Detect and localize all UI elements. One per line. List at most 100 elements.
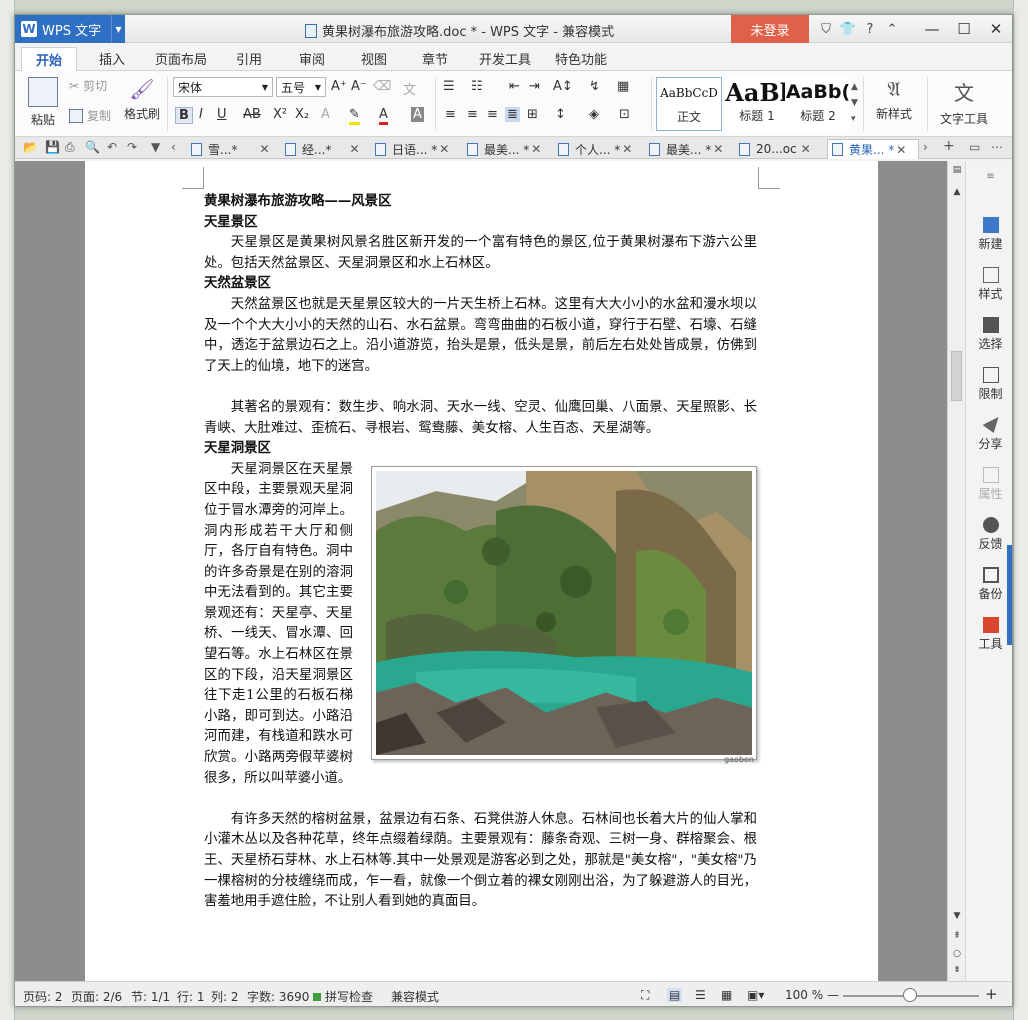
underline-button[interactable]: U <box>217 107 227 122</box>
doc-tab[interactable]: 20...oc ✕ <box>735 139 827 159</box>
maximize-icon[interactable]: ☐ <box>948 15 980 43</box>
justify-icon[interactable]: ≣ <box>505 107 520 122</box>
close-tab-icon[interactable]: ✕ <box>531 142 541 156</box>
tab-references[interactable]: 引用 <box>236 49 262 68</box>
table-icon[interactable]: ▦ <box>617 79 629 94</box>
shield-icon[interactable]: ⛉ <box>815 22 837 37</box>
doc-tab[interactable]: 最美... * ✕ <box>463 139 555 159</box>
panel-feedback-button[interactable]: 反馈 <box>966 517 1012 552</box>
document-body[interactable]: 黄果树瀑布旅游攻略——风景区 天星景区 天星景区是黄果树风景名胜区新开发的一个富… <box>204 192 757 913</box>
shirt-icon[interactable]: 👕 <box>837 22 859 37</box>
font-color-icon[interactable]: A <box>379 107 388 125</box>
increase-indent-icon[interactable]: ⇥ <box>529 79 540 94</box>
close-tab-icon[interactable]: ✕ <box>896 143 906 157</box>
document-page[interactable]: 黄果树瀑布旅游攻略——风景区 天星景区 天星景区是黄果树风景名胜区新开发的一个富… <box>85 161 878 981</box>
tab-menu-icon[interactable]: ⋯ <box>991 140 1003 154</box>
reading-view-icon[interactable]: ▣▾ <box>747 988 764 1002</box>
grow-font-icon[interactable]: A⁺ <box>331 79 347 94</box>
close-tab-icon[interactable]: ✕ <box>439 142 449 156</box>
shrink-font-icon[interactable]: A⁻ <box>351 79 367 94</box>
redo-icon[interactable]: ↷ <box>127 140 137 154</box>
distribute-icon[interactable]: ⊞ <box>527 107 538 122</box>
align-center-icon[interactable]: ≡ <box>467 107 478 122</box>
tab-home[interactable]: 开始 <box>21 47 78 71</box>
format-painter-button[interactable]: 🖌 格式刷 <box>119 77 165 122</box>
align-right-icon[interactable]: ≡ <box>487 107 498 122</box>
bullet-list-icon[interactable]: ☰ <box>443 79 455 94</box>
strikethrough-button[interactable]: AB <box>243 107 261 122</box>
line-spacing-icon[interactable]: ↕ <box>555 107 566 122</box>
doc-tab[interactable]: 经...* ✕ <box>281 139 373 159</box>
font-size-select[interactable]: 五号 ▼ <box>276 77 326 97</box>
italic-button[interactable]: I <box>199 107 203 122</box>
tabs-prev-icon[interactable]: ‹ <box>171 140 176 154</box>
close-icon[interactable]: ✕ <box>980 15 1012 43</box>
style-heading-2[interactable]: AaBb( 标题 2 <box>785 77 851 131</box>
panel-tools-button[interactable]: 工具 <box>966 617 1012 652</box>
save-icon[interactable]: 💾 <box>45 140 60 154</box>
style-heading-1[interactable]: AaBl 标题 1 <box>724 77 790 131</box>
close-tab-icon[interactable]: ✕ <box>801 142 811 156</box>
login-button[interactable]: 未登录 <box>731 15 809 43</box>
sort-icon[interactable]: ↯ <box>589 79 600 94</box>
tab-chapter[interactable]: 章节 <box>422 49 448 68</box>
shading-icon[interactable]: ◈ <box>589 107 599 122</box>
chevron-down-icon[interactable]: ▼ <box>111 15 125 43</box>
fullscreen-view-icon[interactable]: ⛶ <box>641 988 649 1003</box>
new-tab-icon[interactable]: + <box>943 138 955 154</box>
status-word-count[interactable]: 字数: 3690 <box>247 988 309 1005</box>
collapse-icon[interactable]: ⌃ <box>881 22 903 37</box>
paste-button[interactable]: 粘贴 <box>23 77 63 128</box>
panel-style-button[interactable]: 样式 <box>966 267 1012 302</box>
text-direction-icon[interactable]: A↕ <box>553 79 573 94</box>
vertical-scrollbar[interactable]: ▤ ▲ ▼ ⇞ ○ ⇟ <box>947 161 965 981</box>
panel-backup-button[interactable]: 备份 <box>966 567 1012 602</box>
scrollbar-thumb[interactable] <box>951 351 962 401</box>
select-browse-icon[interactable]: ○ <box>948 949 966 959</box>
tab-review[interactable]: 审阅 <box>299 49 325 68</box>
close-tab-icon[interactable]: ✕ <box>259 142 269 156</box>
styles-scroll-icon[interactable]: ▲ ▼ ▾ <box>851 79 858 127</box>
text-tools-button[interactable]: 文 文字工具 <box>933 77 995 127</box>
highlight-icon[interactable]: ✎ <box>349 107 360 125</box>
web-view-icon[interactable]: ▦ <box>721 988 732 1002</box>
print-icon[interactable]: ⎙ <box>65 140 75 155</box>
doc-tab[interactable]: 雪...* ✕ <box>187 139 283 159</box>
align-left-icon[interactable]: ≡ <box>445 107 456 122</box>
panel-collapse-handle[interactable] <box>1007 545 1012 645</box>
subscript-button[interactable]: X₂ <box>295 107 309 122</box>
zoom-in-icon[interactable]: + <box>985 985 998 1003</box>
print-preview-icon[interactable]: 🔍 <box>85 140 100 154</box>
close-tab-icon[interactable]: ✕ <box>622 142 632 156</box>
doc-tab[interactable]: 日语... * ✕ <box>371 139 463 159</box>
close-tab-icon[interactable]: ✕ <box>713 142 723 156</box>
panel-share-button[interactable]: 分享 <box>966 417 1012 452</box>
tab-page-layout[interactable]: 页面布局 <box>155 49 207 68</box>
tab-features[interactable]: 特色功能 <box>555 49 607 68</box>
panel-menu-icon[interactable]: ≡ <box>966 171 1012 182</box>
scroll-up-icon[interactable]: ▲ <box>948 187 966 197</box>
panel-restrict-button[interactable]: 限制 <box>966 367 1012 402</box>
zoom-level[interactable]: 100 % <box>785 988 823 1002</box>
spell-check-toggle[interactable]: 拼写检查 <box>313 988 373 1005</box>
wps-menu-button[interactable]: W WPS 文字 ▼ <box>15 15 125 43</box>
tabs-next-icon[interactable]: › <box>923 140 928 154</box>
help-icon[interactable]: ? <box>859 22 881 37</box>
close-tab-icon[interactable]: ✕ <box>349 142 359 156</box>
borders-icon[interactable]: ⊡ <box>619 107 630 122</box>
prev-page-icon[interactable]: ⇞ <box>948 931 966 941</box>
next-page-icon[interactable]: ⇟ <box>948 965 966 975</box>
landscape-photo[interactable]: gaobon <box>371 465 757 764</box>
decrease-indent-icon[interactable]: ⇤ <box>509 79 520 94</box>
bold-button[interactable]: B <box>175 107 193 124</box>
style-normal[interactable]: AaBbCcD 正文 <box>656 77 722 131</box>
text-effect-icon[interactable]: A <box>321 107 330 122</box>
zoom-slider-knob[interactable] <box>903 988 917 1002</box>
outline-view-icon[interactable]: ☰ <box>695 988 706 1002</box>
cut-button[interactable]: ✂ 剪切 <box>69 77 107 94</box>
new-style-button[interactable]: 𝔄 新样式 <box>867 77 921 122</box>
panel-select-button[interactable]: 选择 <box>966 317 1012 352</box>
open-icon[interactable]: 📂 <box>23 140 38 154</box>
quick-access-dropdown-icon[interactable]: ▼ <box>151 140 160 154</box>
undo-icon[interactable]: ↶ <box>107 140 117 154</box>
